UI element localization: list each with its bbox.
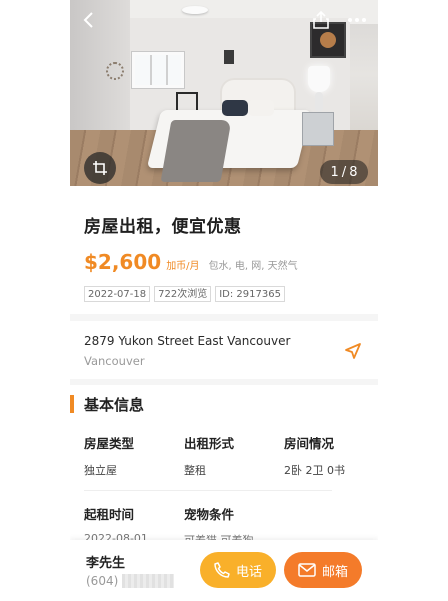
listing-title: 房屋出租，便宜优惠: [84, 217, 242, 237]
photo-ceiling-light: [182, 6, 208, 14]
email-button-label: 邮箱: [321, 564, 348, 580]
listing-id-tag: ID: 2917365: [215, 286, 285, 302]
more-button[interactable]: [344, 9, 370, 31]
post-date-tag: 2022-07-18: [84, 286, 151, 302]
crop-icon: [93, 161, 107, 175]
rental-form-label: 出租形式: [184, 436, 235, 451]
photo-table-lamp: [308, 66, 330, 92]
share-icon: [313, 11, 329, 29]
photo-wall-mirror: [106, 62, 124, 80]
right-margin: [378, 0, 448, 601]
back-button[interactable]: [78, 9, 100, 31]
basic-info-header: 基本信息: [70, 394, 144, 414]
room-info-value: 2卧 2卫 0书: [284, 464, 345, 477]
mail-icon: [298, 563, 316, 577]
section-divider: [70, 379, 378, 385]
screen: 1 / 8 房屋出租，便宜优惠 $2,600 加币/月 包水, 电, 网, 天然…: [0, 0, 448, 601]
contact-bar: 李先生 (604) 电话 邮箱: [70, 540, 378, 601]
photo-nightstand: [302, 112, 334, 146]
left-margin: [0, 0, 70, 601]
photo-throw-blanket: [160, 120, 232, 182]
photo-counter-total: 8: [349, 164, 358, 180]
photo-counter: 1 / 8: [320, 160, 368, 184]
photo-lamp-base: [315, 92, 323, 112]
listing-tags: 2022-07-18 722次浏览 ID: 2917365: [84, 286, 285, 302]
photo-pillow: [222, 100, 248, 116]
start-date-label: 起租时间: [84, 507, 135, 522]
photo-window: [132, 52, 184, 88]
photo-pillow: [248, 100, 274, 116]
photo-counter-separator: /: [341, 164, 347, 180]
contact-name: 李先生: [86, 556, 126, 571]
utilities-included: 包水, 电, 网, 天然气: [208, 261, 298, 272]
phone-icon: [214, 562, 230, 578]
listing-detail-page: 1 / 8 房屋出租，便宜优惠 $2,600 加币/月 包水, 电, 网, 天然…: [70, 0, 378, 601]
photo-small-frame: [224, 50, 234, 64]
photo-counter-current: 1: [330, 164, 339, 180]
email-button[interactable]: 邮箱: [284, 552, 362, 588]
section-accent-bar: [70, 395, 74, 413]
photo-gallery[interactable]: 1 / 8: [70, 0, 378, 186]
rental-form-value: 整租: [184, 464, 206, 477]
call-button[interactable]: 电话: [200, 552, 276, 588]
phone-number-masked: [122, 574, 175, 588]
row-divider: [84, 490, 332, 491]
share-button[interactable]: [310, 9, 332, 31]
section-title: 基本信息: [84, 395, 145, 414]
city: Vancouver: [84, 354, 145, 368]
navigate-button[interactable]: [344, 342, 362, 360]
room-info-label: 房间情况: [284, 436, 335, 451]
view-count-tag: 722次浏览: [154, 286, 212, 302]
house-type-label: 房屋类型: [84, 436, 135, 451]
house-type-value: 独立屋: [84, 464, 117, 477]
chevron-left-icon: [83, 12, 93, 28]
section-divider: [70, 314, 378, 321]
price-unit: 加币/月: [166, 261, 200, 272]
price-row: $2,600 加币/月 包水, 电, 网, 天然气: [84, 250, 298, 274]
phone-area-code: (604): [86, 574, 119, 588]
crop-button[interactable]: [84, 152, 116, 184]
more-dots-icon: [348, 18, 366, 22]
pet-policy-label: 宠物条件: [184, 507, 235, 522]
contact-phone: (604): [86, 574, 175, 588]
address: 2879 Yukon Street East Vancouver: [84, 334, 291, 348]
call-button-label: 电话: [235, 564, 262, 580]
price: $2,600: [84, 250, 162, 274]
navigation-arrow-icon: [345, 343, 361, 359]
